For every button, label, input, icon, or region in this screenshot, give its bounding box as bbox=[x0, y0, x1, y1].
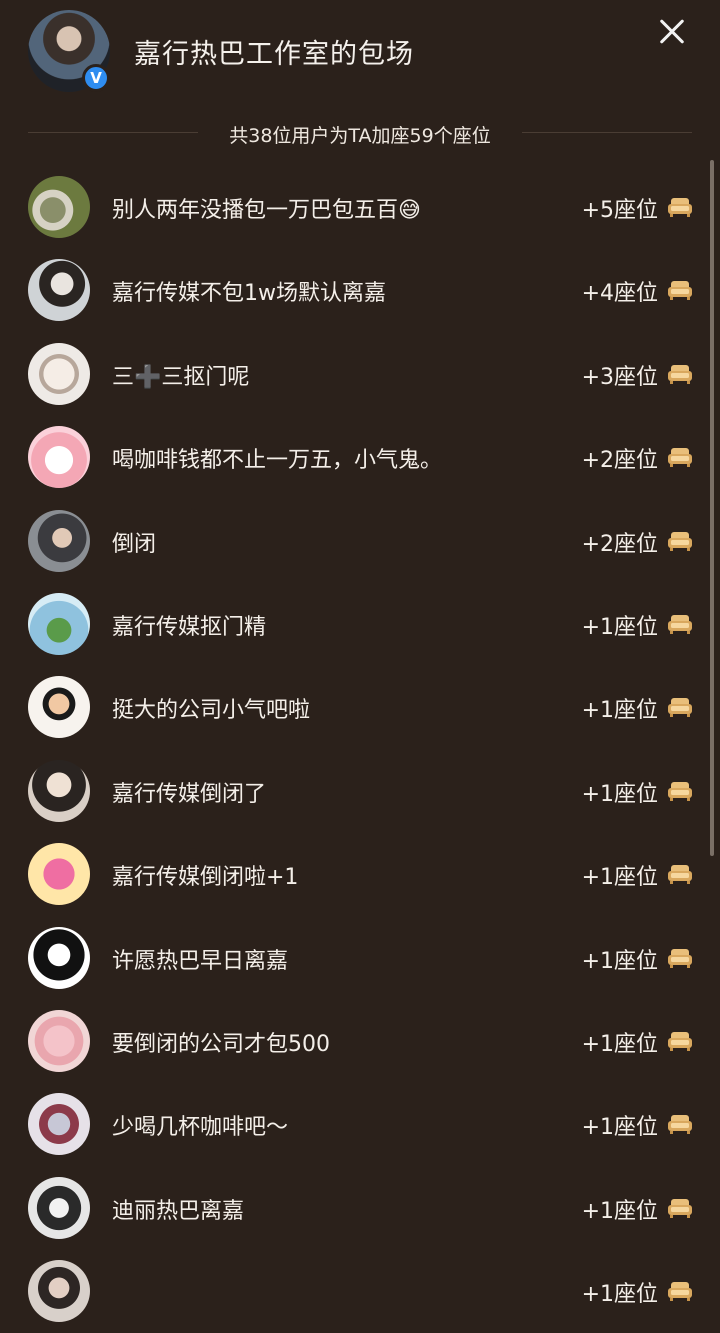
list-item[interactable]: 迪丽热巴离嘉 +1座位 bbox=[0, 1167, 720, 1250]
list-item[interactable]: 三➕三抠门呢 +3座位 bbox=[0, 333, 720, 416]
message-text: 三➕三抠门呢 bbox=[112, 364, 250, 390]
list-item[interactable]: 别人两年没播包一万巴包五百😅 +5座位 bbox=[0, 166, 720, 249]
list-item[interactable]: 嘉行传媒倒闭了 +1座位 bbox=[0, 750, 720, 833]
verified-badge-icon: V bbox=[82, 64, 110, 92]
seat-count: +4座位 bbox=[581, 281, 658, 307]
avatar[interactable] bbox=[28, 843, 90, 906]
avatar[interactable] bbox=[28, 1260, 90, 1323]
seat-count: +1座位 bbox=[581, 1282, 658, 1308]
seat-count: +1座位 bbox=[581, 948, 658, 974]
avatar[interactable] bbox=[28, 676, 90, 739]
list-item[interactable]: 倒闭 +2座位 bbox=[0, 500, 720, 583]
message-text: 倒闭 bbox=[112, 531, 157, 557]
seat-count: +1座位 bbox=[581, 1198, 658, 1224]
avatar[interactable] bbox=[28, 509, 90, 572]
seat-list[interactable]: 别人两年没播包一万巴包五百😅 +5座位嘉行传媒不包1w场默认离嘉 +4座位三➕三抠门… bbox=[0, 166, 720, 1333]
list-item[interactable]: 嘉行传媒不包1w场默认离嘉 +4座位 bbox=[0, 249, 720, 332]
list-item[interactable]: 嘉行传媒抠门精 +1座位 bbox=[0, 583, 720, 666]
sofa-icon bbox=[668, 780, 692, 802]
list-item[interactable]: 挺大的公司小气吧啦 +1座位 bbox=[0, 666, 720, 749]
avatar[interactable] bbox=[28, 176, 90, 238]
seat-count: +1座位 bbox=[581, 1031, 658, 1057]
seat-count: +1座位 bbox=[581, 614, 658, 640]
message-text: 别人两年没播包一万巴包五百😅 bbox=[112, 198, 421, 223]
sofa-icon bbox=[668, 279, 692, 301]
close-icon[interactable] bbox=[652, 12, 692, 52]
list-item[interactable]: 嘉行传媒倒闭啦+1 +1座位 bbox=[0, 833, 720, 916]
sofa-icon bbox=[668, 1113, 692, 1135]
scrollbar[interactable] bbox=[710, 160, 714, 856]
avatar[interactable] bbox=[28, 1093, 90, 1156]
seat-count: +1座位 bbox=[581, 781, 658, 807]
seat-count: +2座位 bbox=[581, 448, 658, 474]
message-text: 迪丽热巴离嘉 bbox=[112, 1198, 245, 1224]
message-text: 少喝几杯咖啡吧～ bbox=[112, 1115, 289, 1141]
avatar[interactable] bbox=[28, 342, 90, 405]
list-item[interactable]: 少喝几杯咖啡吧～ +1座位 bbox=[0, 1083, 720, 1166]
message-text: 许愿热巴早日离嘉 bbox=[112, 948, 289, 974]
sofa-icon bbox=[668, 363, 692, 385]
sofa-icon bbox=[668, 947, 692, 969]
sofa-icon bbox=[668, 696, 692, 718]
message-text: 喝咖啡钱都不止一万五，小气鬼。 bbox=[112, 448, 443, 474]
summary-text: 共38位用户为TA加座59个座位 bbox=[229, 125, 491, 147]
message-text: 嘉行传媒不包1w场默认离嘉 bbox=[112, 281, 386, 307]
sofa-icon bbox=[668, 613, 692, 635]
message-text: 嘉行传媒倒闭了 bbox=[112, 781, 267, 807]
sofa-icon bbox=[668, 196, 692, 218]
avatar[interactable] bbox=[28, 1009, 90, 1072]
seat-count: +1座位 bbox=[581, 698, 658, 724]
sofa-icon bbox=[668, 1030, 692, 1052]
seat-count: +2座位 bbox=[581, 531, 658, 557]
sofa-icon bbox=[668, 530, 692, 552]
list-item[interactable]: 许愿热巴早日离嘉 +1座位 bbox=[0, 917, 720, 1000]
sofa-icon bbox=[668, 1197, 692, 1219]
header: V 嘉行热巴工作室的包场 bbox=[0, 0, 720, 110]
list-item[interactable]: 喝咖啡钱都不止一万五，小气鬼。 +2座位 bbox=[0, 416, 720, 499]
sofa-icon bbox=[668, 446, 692, 468]
avatar[interactable] bbox=[28, 926, 90, 989]
list-item[interactable]: 要倒闭的公司才包500 +1座位 bbox=[0, 1000, 720, 1083]
list-item[interactable]: +1座位 bbox=[0, 1250, 720, 1333]
avatar[interactable] bbox=[28, 759, 90, 822]
page-title: 嘉行热巴工作室的包场 bbox=[134, 39, 414, 70]
message-text: 嘉行传媒倒闭啦+1 bbox=[112, 865, 299, 891]
avatar[interactable] bbox=[28, 1176, 90, 1239]
summary-row: 共38位用户为TA加座59个座位 bbox=[28, 118, 692, 148]
sofa-icon bbox=[668, 863, 692, 885]
message-text: 要倒闭的公司才包500 bbox=[112, 1031, 330, 1057]
seat-count: +3座位 bbox=[581, 364, 658, 390]
message-text: 挺大的公司小气吧啦 bbox=[112, 698, 311, 724]
avatar[interactable] bbox=[28, 592, 90, 655]
seat-count: +1座位 bbox=[581, 1115, 658, 1141]
divider-right bbox=[522, 132, 692, 133]
seat-count: +5座位 bbox=[581, 198, 658, 223]
avatar[interactable] bbox=[28, 426, 90, 489]
sofa-icon bbox=[668, 1280, 692, 1302]
seat-count: +1座位 bbox=[581, 865, 658, 891]
avatar[interactable] bbox=[28, 259, 90, 322]
message-text: 嘉行传媒抠门精 bbox=[112, 614, 267, 640]
